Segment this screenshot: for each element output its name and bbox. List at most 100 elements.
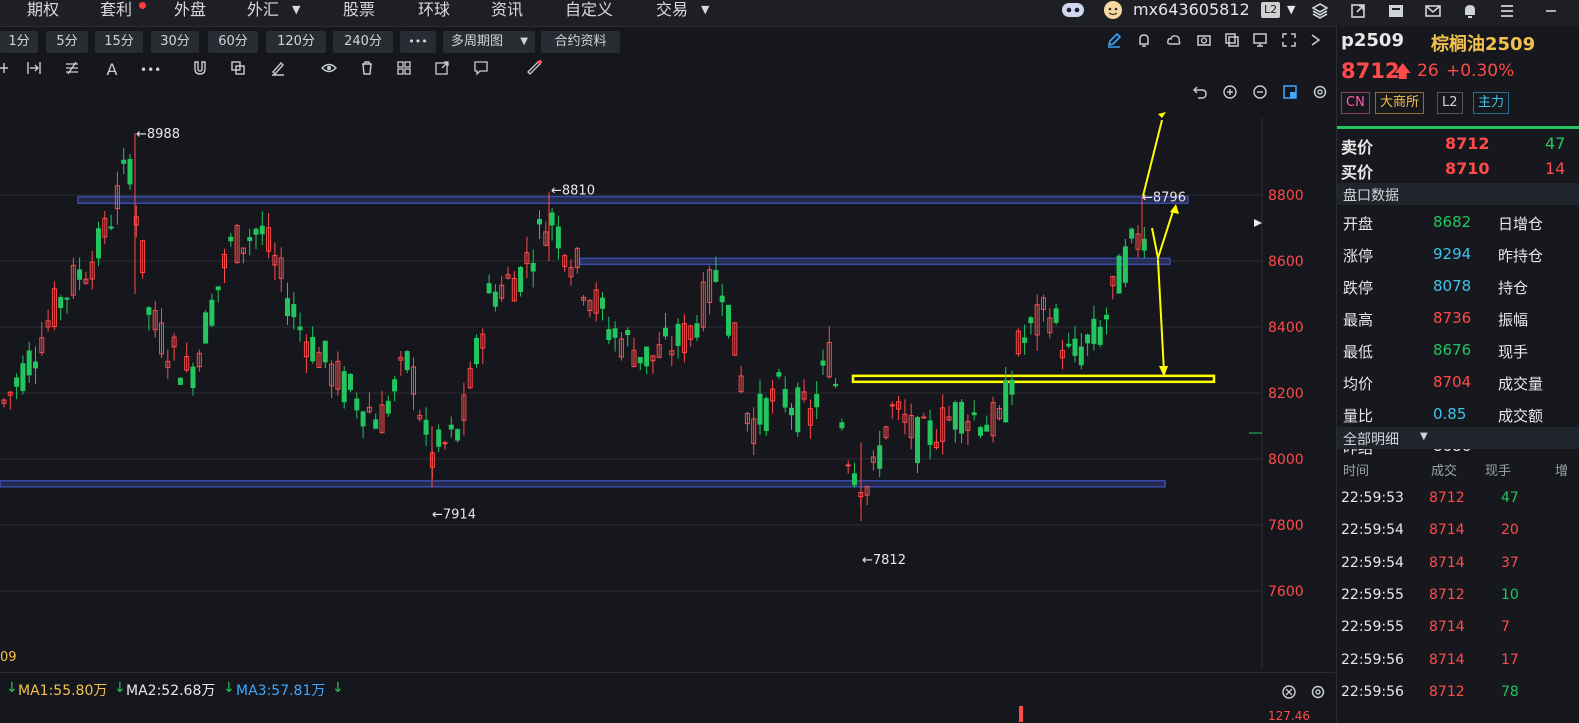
candle-body	[1022, 337, 1028, 343]
stat-label: 开盘	[1343, 215, 1374, 233]
arrow-up-icon: 🡅	[1394, 62, 1412, 82]
candle-body	[436, 429, 442, 447]
candle-body	[354, 398, 360, 411]
tick-volume: 10	[1501, 586, 1519, 603]
yellow-zone	[851, 374, 1216, 384]
candle-body	[190, 366, 196, 389]
stat-value: 8682	[1433, 213, 1472, 231]
candle-body	[606, 329, 612, 341]
stat-value: 9294	[1433, 245, 1472, 263]
tick-time: 22:59:55	[1341, 619, 1404, 636]
candle-body	[644, 346, 650, 367]
ma3-label: MA3:57.81万	[236, 683, 326, 699]
candle-body	[423, 419, 429, 435]
tick-row[interactable]: 22:59:56 8712 78	[1337, 678, 1579, 710]
bell-icon[interactable]	[1461, 2, 1479, 20]
chevron-down-icon: ▼	[1420, 431, 1428, 442]
stat-label-2: 现手	[1498, 343, 1529, 361]
tick-row[interactable]: 22:59:54 8714 20	[1337, 516, 1579, 548]
candle-body	[1129, 228, 1135, 239]
candle-body	[978, 427, 983, 436]
tag-level2: L2	[1437, 92, 1463, 114]
stat-row: 最高 8736 振幅	[1337, 303, 1579, 335]
ma2-label: MA2:52.68万	[126, 683, 216, 699]
candle-body	[984, 424, 990, 432]
candle-body	[852, 473, 857, 486]
candle-body	[247, 237, 253, 241]
candle-body	[1085, 334, 1091, 344]
candle-body	[1091, 318, 1097, 344]
detail-header[interactable]: 全部明细 ▼	[1337, 427, 1579, 449]
message-icon[interactable]	[1387, 2, 1405, 20]
blue-zone	[77, 195, 1189, 204]
stat-label-2: 振幅	[1498, 311, 1529, 329]
y-tick-label: 8200	[1268, 386, 1304, 402]
candle-body	[971, 412, 977, 416]
stat-row: 均价 8704 成交量	[1337, 367, 1579, 399]
stat-label-2: 成交额	[1498, 407, 1544, 425]
tick-volume: 20	[1501, 522, 1519, 539]
list-menu-icon[interactable]	[1498, 2, 1516, 20]
tag-cn: CN	[1341, 92, 1370, 114]
price-annotation: ←8988	[136, 127, 180, 142]
tick-row[interactable]: 22:59:54 8714 37	[1337, 549, 1579, 581]
market-data-header[interactable]: 盘口数据	[1337, 183, 1579, 205]
candle-body	[915, 417, 920, 464]
candle-body	[1104, 314, 1109, 320]
candle-body	[297, 326, 303, 331]
yellow-arrow-down	[1157, 259, 1165, 373]
candle-body	[177, 377, 183, 385]
volume-bar	[1019, 706, 1023, 722]
bid-price: 8710	[1445, 159, 1490, 178]
mail-icon[interactable]	[1424, 2, 1442, 20]
price-annotation: ←7812	[862, 553, 906, 568]
stat-label: 最高	[1343, 311, 1374, 329]
tick-row[interactable]: 22:59:53 8712 47	[1337, 484, 1579, 516]
candle-body	[889, 404, 895, 407]
volume-gear-icon[interactable]	[1310, 684, 1326, 704]
candle-body	[404, 351, 410, 371]
price-change: 26	[1417, 61, 1439, 81]
candle-body	[1072, 338, 1078, 356]
stat-value: 8676	[1433, 341, 1472, 359]
date-label: 09	[0, 650, 17, 665]
blue-zone	[0, 480, 1166, 488]
candle-body	[360, 411, 366, 427]
stat-label-2: 成交量	[1498, 375, 1544, 393]
annotation-arrows	[1142, 112, 1179, 377]
stat-label: 跌停	[1343, 279, 1374, 297]
candle-body	[726, 304, 731, 336]
col-time: 时间	[1343, 464, 1370, 479]
tick-row[interactable]: 22:59:56 8714 17	[1337, 646, 1579, 678]
volume-settings-icon[interactable]	[1281, 684, 1297, 704]
ma1-label: MA1:55.80万	[18, 683, 108, 699]
tick-price: 8712	[1429, 586, 1465, 603]
candle-body	[776, 372, 782, 377]
candle-body	[121, 159, 127, 164]
candle-body	[1078, 346, 1084, 366]
candle-body	[612, 328, 618, 338]
candle-body	[877, 445, 883, 469]
candle-body	[108, 226, 114, 229]
tick-time: 22:59:54	[1341, 554, 1404, 571]
minimize-icon[interactable]	[1542, 2, 1560, 20]
candle-body	[1097, 326, 1103, 345]
candle-body	[146, 307, 152, 315]
y-tick-label: 8800	[1268, 188, 1304, 204]
candle-body	[455, 429, 461, 441]
candle-body	[845, 464, 851, 467]
candlestick-chart[interactable]: ←8988 ←8810 ←8796 ←7914 ←7812 8800 8600 8400 82…	[0, 0, 1336, 722]
candle-body	[1116, 255, 1122, 294]
tag-exchange: 大商所	[1375, 92, 1425, 114]
candle-body	[385, 400, 391, 414]
tick-row[interactable]: 22:59:55 8714 7	[1337, 613, 1579, 645]
tick-row[interactable]: 22:59:55 8712 10	[1337, 581, 1579, 613]
candle-body	[448, 424, 454, 430]
yellow-arrow-up	[1142, 119, 1163, 197]
export-icon[interactable]	[1349, 2, 1367, 20]
candle-body	[1141, 238, 1147, 251]
support-resistance-zones	[0, 195, 1216, 488]
stat-value: 8736	[1433, 309, 1472, 327]
stat-value: 8078	[1433, 277, 1472, 295]
candle-body	[1122, 246, 1128, 283]
